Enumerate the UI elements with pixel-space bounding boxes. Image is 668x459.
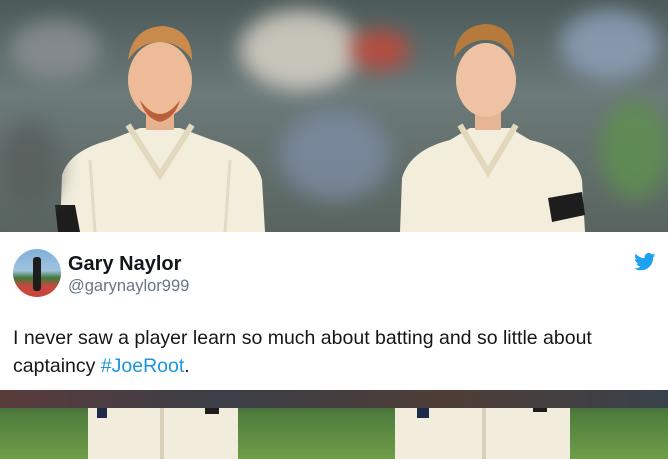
- tweet-text-end: .: [184, 355, 190, 377]
- twitter-bird-icon[interactable]: [634, 253, 656, 271]
- author-handle[interactable]: @garynaylor999: [68, 277, 189, 296]
- background-photo-top: [0, 0, 668, 232]
- advertising-boards: [0, 390, 668, 408]
- background-photo-bottom: [0, 390, 668, 459]
- avatar-figure: [33, 257, 41, 291]
- player-right: [400, 24, 585, 232]
- tweet-text: I never saw a player learn so much about…: [13, 324, 653, 380]
- author-avatar[interactable]: [13, 249, 61, 297]
- author-name[interactable]: Gary Naylor: [68, 253, 181, 276]
- hashtag-link[interactable]: #JoeRoot: [101, 355, 184, 377]
